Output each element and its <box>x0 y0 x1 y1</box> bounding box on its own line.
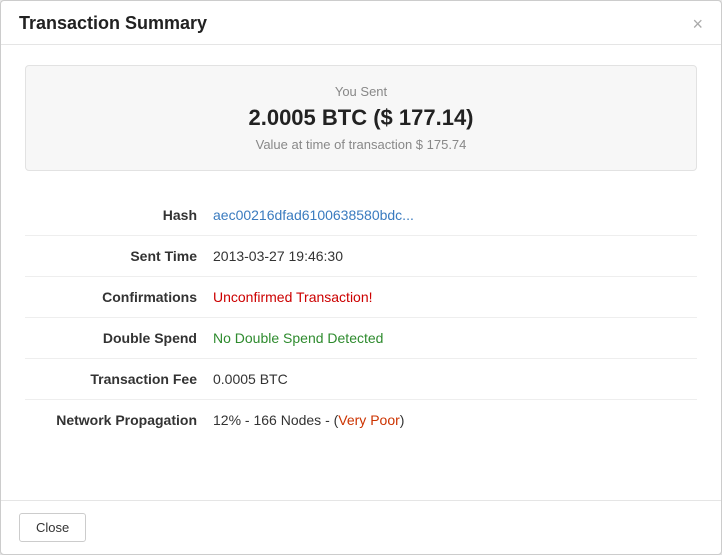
transaction-fee-value: 0.0005 BTC <box>205 359 697 400</box>
network-propagation-label: Network Propagation <box>25 400 205 441</box>
hash-label: Hash <box>25 195 205 236</box>
double-spend-label: Double Spend <box>25 318 205 359</box>
table-row: Network Propagation 12% - 166 Nodes - (V… <box>25 400 697 441</box>
summary-value-label: Value at time of transaction $ 175.74 <box>46 137 676 152</box>
details-table: Hash aec00216dfad6100638580bdc... Sent T… <box>25 195 697 440</box>
dialog-title: Transaction Summary <box>19 13 207 34</box>
table-row: Hash aec00216dfad6100638580bdc... <box>25 195 697 236</box>
network-propagation-suffix: ) <box>400 412 405 428</box>
network-propagation-prefix: 12% - 166 Nodes - ( <box>213 412 338 428</box>
dialog-footer: Close <box>1 500 721 554</box>
dialog-header: Transaction Summary × <box>1 1 721 45</box>
dialog-body: You Sent 2.0005 BTC ($ 177.14) Value at … <box>1 45 721 500</box>
summary-box: You Sent 2.0005 BTC ($ 177.14) Value at … <box>25 65 697 171</box>
double-spend-value: No Double Spend Detected <box>205 318 697 359</box>
table-row: Transaction Fee 0.0005 BTC <box>25 359 697 400</box>
table-row: Double Spend No Double Spend Detected <box>25 318 697 359</box>
summary-amount: 2.0005 BTC ($ 177.14) <box>46 105 676 131</box>
table-row: Confirmations Unconfirmed Transaction! <box>25 277 697 318</box>
network-propagation-highlight: Very Poor <box>338 412 399 428</box>
hash-link[interactable]: aec00216dfad6100638580bdc... <box>213 207 414 223</box>
close-icon[interactable]: × <box>692 15 703 33</box>
sent-time-label: Sent Time <box>25 236 205 277</box>
confirmations-label: Confirmations <box>25 277 205 318</box>
confirmations-value: Unconfirmed Transaction! <box>205 277 697 318</box>
sent-time-value: 2013-03-27 19:46:30 <box>205 236 697 277</box>
summary-label: You Sent <box>46 84 676 99</box>
network-propagation-value: 12% - 166 Nodes - (Very Poor) <box>205 400 697 441</box>
close-button[interactable]: Close <box>19 513 86 542</box>
table-row: Sent Time 2013-03-27 19:46:30 <box>25 236 697 277</box>
transaction-summary-dialog: Transaction Summary × You Sent 2.0005 BT… <box>0 0 722 555</box>
transaction-fee-label: Transaction Fee <box>25 359 205 400</box>
hash-value: aec00216dfad6100638580bdc... <box>205 195 697 236</box>
